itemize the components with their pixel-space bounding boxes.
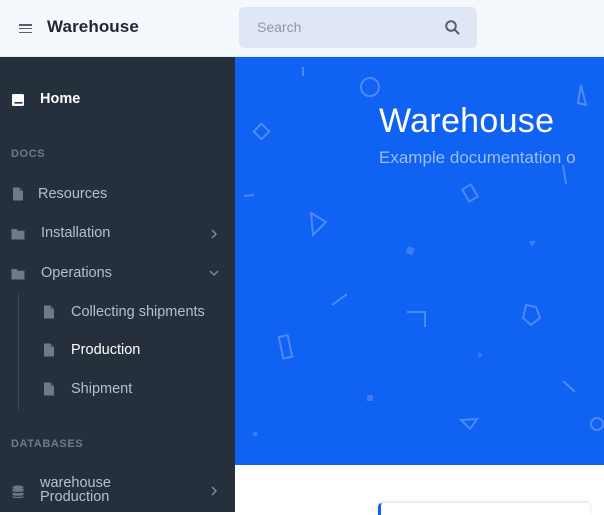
folder-icon	[11, 229, 25, 240]
file-icon	[44, 305, 54, 319]
hero-subtitle: Example documentation o	[379, 148, 576, 167]
file-icon	[44, 382, 54, 396]
sidebar: Home DOCS Resources Installation Operati…	[0, 57, 235, 512]
sidebar-item-label: Resources	[38, 186, 108, 202]
search-icon[interactable]	[444, 19, 461, 36]
chevron-down-icon[interactable]	[209, 268, 219, 278]
sidebar-item-label: Operations	[41, 265, 112, 281]
section-title-docs: DOCS	[11, 148, 46, 160]
sidebar-item-label: Home	[40, 91, 81, 107]
content-card	[378, 503, 590, 515]
sidebar-item-operations[interactable]: Operations	[0, 257, 235, 289]
menu-icon[interactable]	[19, 24, 32, 34]
brand-title[interactable]: Warehouse	[47, 17, 139, 37]
sidebar-subitem-shipment[interactable]: Shipment	[0, 373, 235, 405]
section-title-databases: DATABASES	[11, 438, 84, 450]
sidebar-item-label: Installation	[41, 225, 111, 241]
sidebar-item-home[interactable]: Home	[0, 84, 235, 116]
folder-icon	[11, 269, 25, 280]
search-input[interactable]: Search	[239, 7, 477, 48]
search-placeholder: Search	[257, 19, 302, 35]
sidebar-item-warehouse-production[interactable]: warehouse Production	[0, 475, 235, 513]
chevron-right-icon[interactable]	[209, 229, 219, 239]
sidebar-subitem-collecting-shipments[interactable]: Collecting shipments	[0, 296, 235, 328]
top-bar: Warehouse Search	[0, 0, 604, 57]
hero-title: Warehouse	[379, 102, 555, 140]
book-icon	[12, 94, 24, 106]
sidebar-item-installation[interactable]: Installation	[0, 217, 235, 249]
sidebar-item-label: Shipment	[71, 381, 133, 397]
database-icon	[12, 485, 24, 499]
sidebar-subitem-production[interactable]: Production	[0, 334, 235, 366]
sidebar-item-resources[interactable]: Resources	[0, 178, 235, 210]
file-icon	[44, 343, 54, 357]
file-icon	[13, 187, 23, 201]
database-name: warehouse	[40, 475, 111, 491]
sidebar-item-label: Collecting shipments	[71, 304, 205, 320]
sidebar-item-label: Production	[71, 342, 141, 358]
hero-banner: Warehouse Example documentation o	[235, 57, 604, 465]
chevron-right-icon[interactable]	[209, 486, 219, 496]
database-env: Production	[40, 489, 110, 505]
